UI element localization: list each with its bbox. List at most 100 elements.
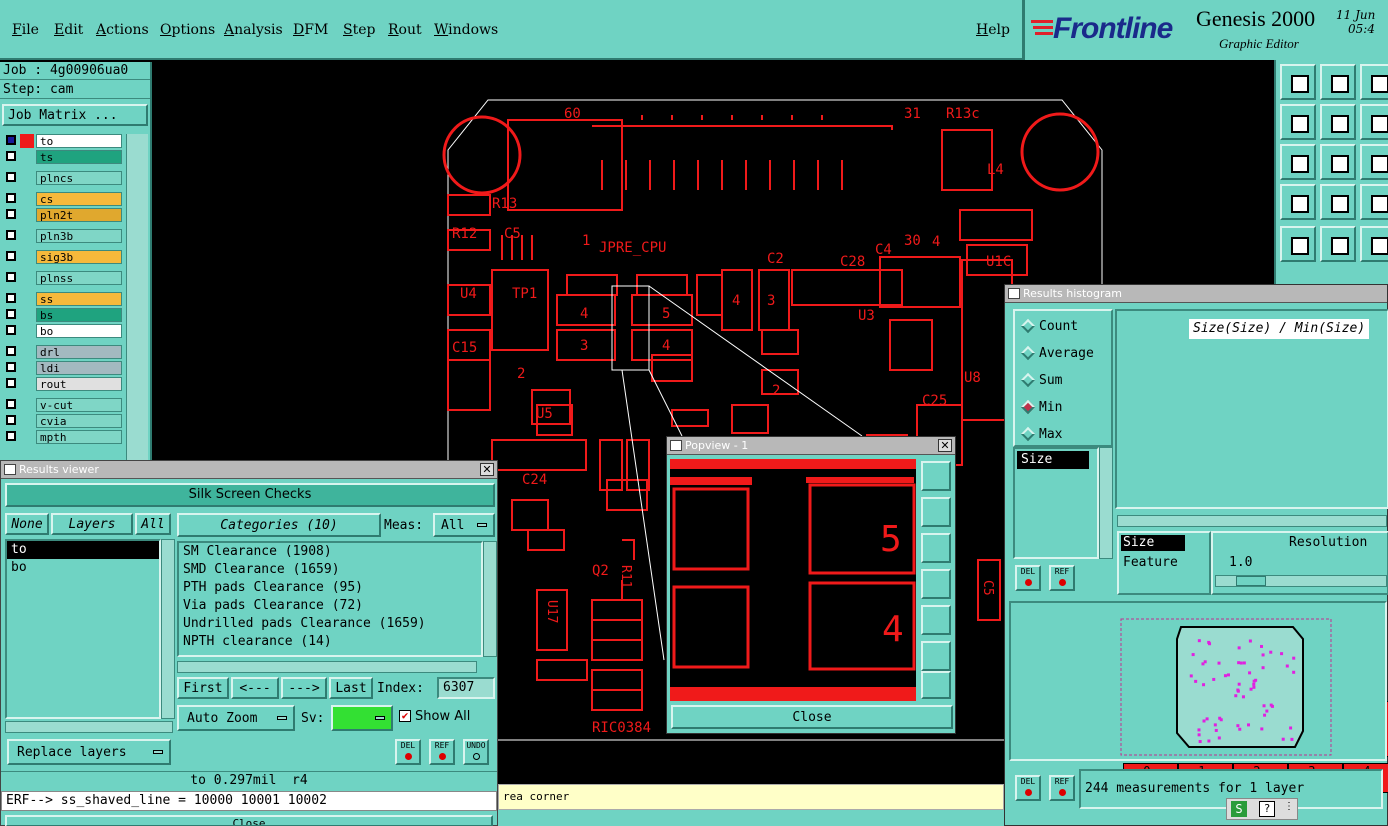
none-button[interactable]: None [5,513,49,535]
categories-scrollbar[interactable] [483,541,497,657]
resolution-slider-thumb[interactable] [1236,576,1266,586]
layer-checkbox-icon[interactable] [6,309,16,319]
layer-name[interactable]: pln2t [36,208,122,222]
popview-zoom-down-icon[interactable] [921,533,951,563]
list-item[interactable]: SM Clearance (1908) [179,543,481,561]
undo-button[interactable]: UNDO [463,739,489,765]
tool-zoom-center-icon[interactable] [1320,144,1356,180]
last-button[interactable]: Last [329,677,373,699]
layer-checkbox-icon[interactable] [6,399,16,409]
layer-row-ts[interactable]: ts [4,150,122,164]
menu-options[interactable]: Options [160,22,215,38]
menu-rout[interactable]: Rout [388,22,422,38]
layer-row-ss[interactable]: ss [4,292,122,306]
layer-checkbox-icon[interactable] [6,362,16,372]
tool-ruler-icon[interactable] [1360,226,1388,262]
list-item[interactable]: Undrilled pads Clearance (1659) [179,615,481,633]
hist-ref-button[interactable]: REF [1049,565,1075,591]
tool-scale-icon[interactable] [1360,144,1388,180]
s-app-icon[interactable]: S [1231,801,1247,817]
layer-name[interactable]: bs [36,308,122,322]
layer-row-pln3b[interactable]: pln3b [4,229,122,243]
next-button[interactable]: ---> [281,677,327,699]
categories-title[interactable]: Categories (10) [177,513,381,537]
list-item[interactable]: to [7,541,159,559]
popview-pan-right-icon[interactable] [921,605,951,635]
window-menu-icon[interactable] [1008,288,1020,299]
tool-pan-left-icon[interactable] [1280,104,1316,140]
option-average[interactable]: Average [1015,344,1111,364]
layer-name[interactable]: cs [36,192,122,206]
layer-list-hscroll[interactable] [5,721,173,733]
layer-row-cvia[interactable]: cvia [4,414,122,428]
layer-name[interactable]: drl [36,345,122,359]
menu-file[interactable]: File [12,22,39,38]
all-button[interactable]: All [135,513,171,535]
tool-outline-icon[interactable] [1320,226,1356,262]
list-item[interactable]: Size [1017,451,1089,469]
del-button[interactable]: DEL [395,739,421,765]
categories-hscroll[interactable] [177,661,477,673]
categories-list[interactable]: SM Clearance (1908) SMD Clearance (1659)… [177,541,483,657]
first-button[interactable]: First [177,677,229,699]
layer-checkbox-icon[interactable] [6,251,16,261]
close-icon[interactable]: ✕ [938,439,952,452]
layer-name[interactable]: ldi [36,361,122,375]
tool-zoom-page-icon[interactable] [1320,64,1356,100]
layer-name[interactable]: ts [36,150,122,164]
popview-canvas[interactable]: 5 4 [670,459,916,701]
layer-row-bs[interactable]: bs [4,308,122,322]
menu-edit[interactable]: Edit [54,22,83,38]
show-all-checkbox[interactable]: ✔ [399,710,411,722]
tool-fill-icon[interactable] [1280,226,1316,262]
histogram-hscroll[interactable] [1117,515,1387,527]
meas-dropdown[interactable]: All [433,513,495,537]
tool-measure-icon[interactable] [1280,184,1316,220]
tool-undo-view-icon[interactable] [1360,64,1388,100]
list-item[interactable]: Via pads Clearance (72) [179,597,481,615]
popview-pan-left-icon[interactable] [921,569,951,599]
prev-button[interactable]: <--- [231,677,279,699]
layer-name[interactable]: ss [36,292,122,306]
layer-name[interactable]: plnss [36,271,122,285]
popview-close-button[interactable]: Close [671,705,953,729]
layer-row-v-cut[interactable]: v-cut [4,398,122,412]
layer-name[interactable]: to [36,134,122,148]
window-menu-icon[interactable] [670,440,682,451]
layer-row-sig3b[interactable]: sig3b [4,250,122,264]
option-sum[interactable]: Sum [1015,371,1111,391]
menu-help[interactable]: Help [976,22,1010,38]
list-item[interactable]: SMD Clearance (1659) [179,561,481,579]
overview-ref-button[interactable]: REF [1049,775,1075,801]
field-feature[interactable]: Feature [1121,555,1205,571]
help-icon[interactable]: ? [1259,801,1275,817]
resolution-slider[interactable] [1215,575,1387,587]
field-list-scrollbar[interactable] [1099,447,1113,559]
layer-checkbox-icon[interactable] [6,431,16,441]
tool-zoom-home-icon[interactable] [1280,64,1316,100]
field-size[interactable]: Size [1121,535,1185,551]
option-count[interactable]: Count [1015,317,1111,337]
layer-row-pln2t[interactable]: pln2t [4,208,122,222]
layer-checkbox-icon[interactable] [6,151,16,161]
job-matrix-button[interactable]: Job Matrix ... [2,104,148,126]
layer-name[interactable]: pln3b [36,229,122,243]
menu-actions[interactable]: Actions [96,22,149,38]
layer-checkbox-icon[interactable] [6,272,16,282]
tool-pan-right-icon[interactable] [1320,104,1356,140]
layer-row-mpth[interactable]: mpth [4,430,122,444]
list-item[interactable]: NPTH clearance (14) [179,633,481,651]
board-overview[interactable] [1009,601,1387,761]
list-item[interactable]: bo [7,559,159,577]
layer-scrollbar[interactable] [126,134,148,460]
layer-checkbox-icon[interactable] [6,293,16,303]
auto-zoom-dropdown[interactable]: Auto Zoom [177,705,295,731]
layer-row-ldi[interactable]: ldi [4,361,122,375]
layer-checkbox-icon[interactable] [6,415,16,425]
layer-name[interactable]: bo [36,324,122,338]
index-input[interactable]: 6307 [437,677,495,699]
layer-row-drl[interactable]: drl [4,345,122,359]
layer-name[interactable]: mpth [36,430,122,444]
layer-row-bo[interactable]: bo [4,324,122,338]
layer-row-cs[interactable]: cs [4,192,122,206]
